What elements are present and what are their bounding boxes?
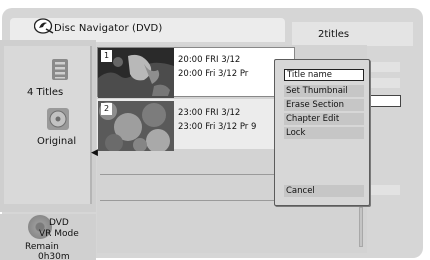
disc-navigator-screen: Disc Navigator (DVD) 2titles 4 Titles Or… <box>0 0 430 260</box>
menu-item-erase-section[interactable]: Erase Section <box>284 99 364 111</box>
menu-item-set-thumbnail[interactable]: Set Thumbnail <box>284 85 364 97</box>
title-2-datetime: 23:00 FRI 3/12 <box>178 108 241 118</box>
disc-type-label: DVD <box>49 218 69 228</box>
titles-label[interactable]: 4 Titles <box>27 87 63 98</box>
menu-item-chapter-edit[interactable]: Chapter Edit <box>284 113 364 125</box>
title-number-2: 2 <box>101 103 112 115</box>
original-disc-icon[interactable] <box>47 108 69 130</box>
titles-count: 2titles <box>318 29 350 40</box>
menu-item-cancel[interactable]: Cancel <box>284 185 364 197</box>
title-thumbnail-2[interactable]: 2 <box>98 101 174 151</box>
original-label[interactable]: Original <box>37 136 76 147</box>
title-number-1: 1 <box>101 50 112 62</box>
title-2-details: 23:00 Fri 3/12 Pr 9 <box>178 122 257 132</box>
remain-label: Remain <box>25 242 59 252</box>
title-1-datetime: 20:00 FRI 3/12 <box>178 55 241 65</box>
disc-mode-label: VR Mode <box>39 229 79 239</box>
left-arrow-icon: ◀ <box>91 148 98 158</box>
header-right-panel <box>292 22 413 46</box>
menu-item-lock[interactable]: Lock <box>284 127 364 139</box>
menu-item-title-name[interactable]: Title name <box>284 69 364 81</box>
title-thumbnail-1[interactable]: 1 <box>98 48 174 98</box>
right-field-box <box>366 95 401 107</box>
remain-time: 0h30m <box>38 252 70 260</box>
title-list-icon[interactable] <box>50 58 70 81</box>
disc-navigator-icon <box>34 18 54 34</box>
title-1-details: 20:00 Fri 3/12 Pr <box>178 69 249 79</box>
list-scrollbar[interactable] <box>359 207 363 247</box>
page-title: Disc Navigator (DVD) <box>54 23 163 34</box>
